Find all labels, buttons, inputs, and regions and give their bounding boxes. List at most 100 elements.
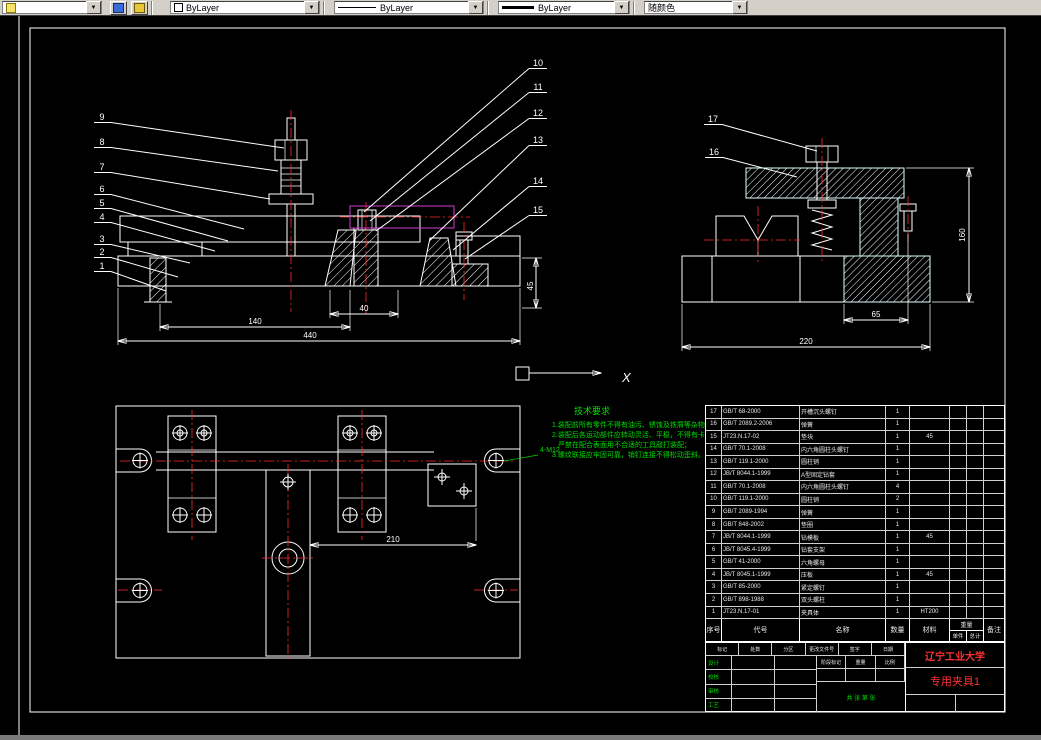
plotstyle-control-dropdown[interactable]: 随颜色 ▼ — [644, 1, 748, 14]
linetype-control-dropdown[interactable]: ByLayer ▼ — [334, 1, 484, 14]
header-weight-unit: 单件 — [950, 631, 967, 641]
part-remark — [984, 469, 1004, 481]
dimension-text: 220 — [799, 337, 813, 346]
header-no: 序号 — [706, 619, 722, 641]
part-qty: 1 — [886, 593, 910, 606]
signature-row: 校核 — [706, 670, 817, 685]
header-name: 名称 — [800, 619, 886, 641]
lineweight-dropdown-arrow[interactable]: ▼ — [614, 1, 629, 14]
part-material: 45 — [910, 568, 950, 581]
callout-label: 5 — [99, 198, 104, 208]
part-name: 内六角圆柱头螺钉 — [800, 443, 886, 456]
part-qty: 1 — [886, 518, 910, 531]
part-no: 3 — [706, 581, 722, 593]
part-qty: 4 — [886, 481, 910, 493]
callout-label: 2 — [99, 247, 104, 257]
part-code: JB/T 8045.1-1999 — [722, 568, 800, 581]
callout-label: 10 — [533, 58, 543, 68]
part-remark — [984, 431, 1004, 443]
part-no: 13 — [706, 456, 722, 468]
signature-label: 设计 — [706, 656, 732, 670]
stage-value-strip — [817, 669, 905, 682]
part-name: 双头螺柱 — [800, 593, 886, 606]
parts-list-row: 10 GB/T 119.1-2000 圆柱销 2 — [706, 493, 1004, 507]
part-qty: 1 — [886, 543, 910, 556]
part-material: HT200 — [910, 606, 950, 619]
color-control-dropdown[interactable]: ByLayer ▼ — [170, 1, 320, 14]
callout-label: 3 — [99, 234, 104, 244]
dimension-text: 40 — [360, 304, 369, 313]
ucs-icon: X — [515, 366, 632, 385]
part-no: 17 — [706, 406, 722, 418]
parts-list-row: 1 JT23.N.17-01 夹具体 1 HT200 — [706, 606, 1004, 620]
part-code: JT23.N.17-01 — [722, 606, 800, 619]
part-name: A型固定钻套 — [800, 468, 886, 481]
callout-label: 8 — [99, 137, 104, 147]
tech-requirements-line: 1.装配前所有零件不得有油污、锈蚀及铁屑等杂物； — [552, 420, 712, 429]
part-code: GB/T 41-2000 — [722, 556, 800, 568]
part-name: 压板 — [800, 568, 886, 581]
part-material — [910, 481, 950, 493]
part-name: 六角螺母 — [800, 556, 886, 568]
signature-empty-cell — [775, 670, 817, 683]
part-qty: 1 — [886, 468, 910, 481]
part-qty: 1 — [886, 556, 910, 568]
callout-label: 12 — [533, 108, 543, 118]
parts-list-row: 13 GB/T 119.1-2000 圆柱销 1 — [706, 456, 1004, 469]
parts-list: 17 GB/T 68-2000 开槽沉头螺钉 1 16 GB/T 2089.2-… — [705, 405, 1005, 712]
part-qty: 1 — [886, 568, 910, 581]
stage-label-cell: 阶段标记 — [817, 656, 847, 668]
part-qty: 1 — [886, 506, 910, 518]
stage-label-strip: 阶段标记 重量 比例 — [817, 656, 905, 669]
side-view — [681, 138, 931, 303]
part-weight-unit — [950, 518, 967, 531]
toolbar-separator — [151, 0, 153, 15]
layer-dropdown-arrow[interactable]: ▼ — [86, 1, 101, 14]
part-weight-total — [967, 556, 984, 568]
part-code: GB/T 898-1988 — [722, 593, 800, 606]
lineweight-value: ByLayer — [538, 2, 572, 13]
signature-row: 设计 — [706, 656, 816, 671]
header-qty: 数量 — [886, 619, 910, 641]
title-block-bottom-cell — [956, 695, 1005, 712]
header-weight: 重量 — [950, 619, 983, 631]
parts-list-row: 12 JB/T 8044.1-1999 A型固定钻套 1 — [706, 468, 1004, 482]
callout-label: 9 — [99, 112, 104, 122]
part-weight-total — [967, 581, 984, 593]
part-code: JT23.N.17-02 — [722, 431, 800, 443]
header-material: 材料 — [910, 619, 950, 641]
revision-header-cell: 签字 — [839, 643, 872, 655]
make-layer-current-icon — [113, 2, 124, 13]
part-name: 弹簧 — [800, 418, 886, 431]
plotstyle-dropdown-arrow[interactable]: ▼ — [732, 1, 747, 14]
part-weight-unit — [950, 481, 967, 493]
layer-dropdown[interactable]: ▼ — [2, 1, 102, 14]
signature-label: 审核 — [706, 684, 732, 698]
part-no: 16 — [706, 418, 722, 431]
part-code: GB/T 2089-1994 — [722, 506, 800, 518]
part-remark — [984, 569, 1004, 581]
object-properties-toolbar: ▼ ByLayer ▼ ByLayer ▼ ByLayer ▼ 随颜色 ▼ — [0, 0, 1041, 16]
part-code: JB/T 8045.4-1999 — [722, 543, 800, 556]
part-weight-unit — [950, 443, 967, 456]
callout-label: 6 — [99, 184, 104, 194]
part-remark — [984, 594, 1004, 606]
parts-list-row: 14 GB/T 70.1-2008 内六角圆柱头螺钉 1 — [706, 443, 1004, 457]
parts-list-row: 7 JB/T 8044.1-1999 钻模板 1 45 — [706, 531, 1004, 544]
make-object-layer-current-button[interactable] — [110, 0, 127, 15]
part-weight-unit — [950, 468, 967, 481]
part-weight-unit — [950, 606, 967, 619]
part-remark — [984, 556, 1004, 568]
callout-label: 17 — [708, 114, 718, 124]
color-dropdown-arrow[interactable]: ▼ — [304, 1, 319, 14]
layers-icon — [134, 2, 145, 13]
part-weight-unit — [950, 431, 967, 443]
part-weight-unit — [950, 568, 967, 581]
part-weight-unit — [950, 506, 967, 518]
parts-list-row: 17 GB/T 68-2000 开槽沉头螺钉 1 — [706, 406, 1004, 419]
title-block-bottom-cells — [906, 695, 1004, 712]
lineweight-control-dropdown[interactable]: ByLayer ▼ — [498, 1, 630, 14]
layer-previous-button[interactable] — [131, 0, 148, 15]
parts-list-row: 11 GB/T 70.1-2008 内六角圆柱头螺钉 4 — [706, 481, 1004, 494]
linetype-dropdown-arrow[interactable]: ▼ — [468, 1, 483, 14]
